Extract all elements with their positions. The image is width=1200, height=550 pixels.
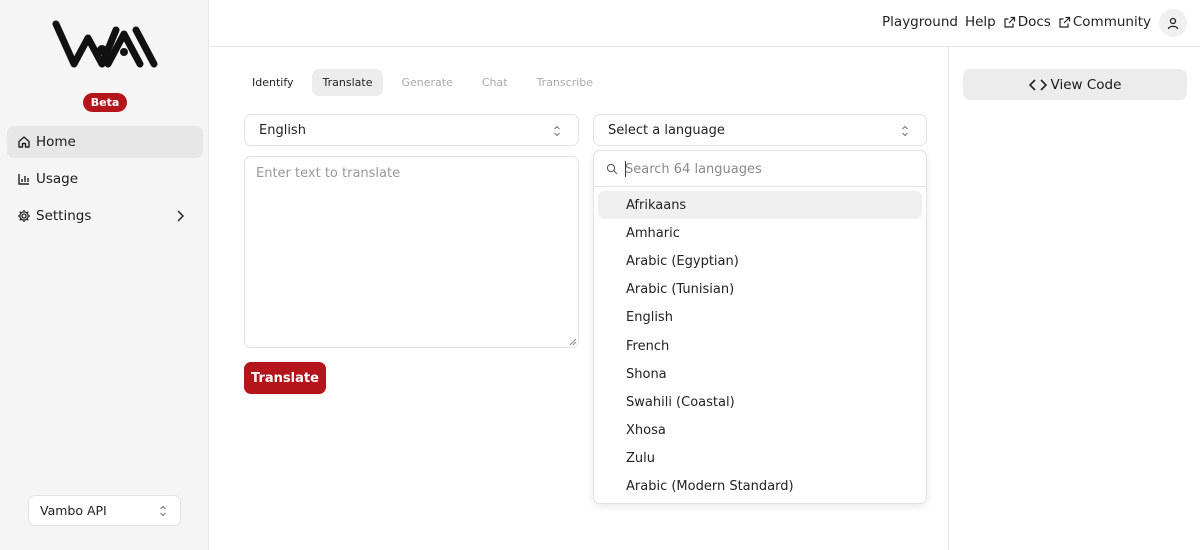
language-option[interactable]: French <box>598 332 922 360</box>
chevron-up-down-icon <box>554 125 560 137</box>
vambo-logo[interactable] <box>52 20 158 72</box>
translate-text-input[interactable] <box>244 156 579 348</box>
language-option[interactable]: Arabic (Egyptian) <box>598 247 922 275</box>
docs-link[interactable]: Docs <box>1003 14 1051 30</box>
target-language-placeholder: Select a language <box>608 122 725 138</box>
language-search <box>594 151 926 187</box>
source-language-value: English <box>259 122 306 138</box>
header-links: Playground Help Docs Community <box>875 14 1151 30</box>
language-search-input[interactable] <box>625 159 915 179</box>
language-option[interactable]: Afrikaans <box>598 191 922 220</box>
user-icon <box>1167 17 1179 29</box>
profile-button[interactable] <box>1159 9 1187 37</box>
target-language-select[interactable]: Select a language <box>593 114 927 146</box>
tab-identify[interactable]: Identify <box>241 69 305 96</box>
sidebar-item-label: Home <box>36 134 76 150</box>
community-link[interactable]: Community <box>1058 14 1151 30</box>
view-code-button[interactable]: View Code <box>963 69 1187 100</box>
sidebar-item-label: Usage <box>36 171 79 187</box>
sidebar-item-home[interactable]: Home <box>7 126 203 158</box>
translate-button[interactable]: Translate <box>244 362 326 394</box>
view-code-label: View Code <box>1050 76 1122 93</box>
resize-grip-icon[interactable] <box>568 337 577 346</box>
language-option[interactable]: English <box>598 304 922 332</box>
language-option[interactable]: Shona <box>598 360 922 388</box>
sidebar-item-usage[interactable]: Usage <box>7 163 203 195</box>
tab-translate[interactable]: Translate <box>311 69 384 96</box>
language-options: Afrikaans Amharic Arabic (Egyptian) Arab… <box>598 191 922 501</box>
docs-label: Docs <box>1017 14 1051 30</box>
api-selector[interactable]: Vambo API <box>28 495 181 526</box>
search-icon <box>606 163 618 175</box>
source-language-select[interactable]: English <box>244 114 579 146</box>
code-icon <box>1028 78 1047 91</box>
playground-link[interactable]: Playground <box>882 14 958 30</box>
chevron-right-icon <box>177 210 184 222</box>
language-option[interactable]: Arabic (Modern Standard) <box>598 473 922 501</box>
tab-transcribe[interactable]: Transcribe <box>526 69 604 96</box>
sidebar-nav: Home Usage Settings <box>7 126 203 237</box>
language-dropdown: Afrikaans Amharic Arabic (Egyptian) Arab… <box>593 150 927 504</box>
external-link-icon <box>1059 16 1070 28</box>
language-option[interactable]: Amharic <box>598 219 922 247</box>
language-option[interactable]: Zulu <box>598 445 922 473</box>
api-selector-value: Vambo API <box>40 503 107 518</box>
right-panel-divider <box>948 47 949 550</box>
beta-badge: Beta <box>83 93 127 112</box>
external-link-icon <box>1004 16 1015 28</box>
sidebar: Beta Home Usage Settings Vambo API <box>0 0 209 550</box>
community-label: Community <box>1072 14 1151 30</box>
top-bar: Playground Help Docs Community <box>210 0 1200 47</box>
chevron-up-down-icon <box>902 125 908 137</box>
language-option[interactable]: Swahili (Coastal) <box>598 388 922 416</box>
gear-icon <box>17 209 31 223</box>
sidebar-item-settings[interactable]: Settings <box>7 200 203 232</box>
home-icon <box>18 136 30 148</box>
bar-chart-icon <box>18 174 29 185</box>
mode-tabs: Identify Translate Generate Chat Transcr… <box>241 69 611 96</box>
language-option[interactable]: Xhosa <box>598 417 922 445</box>
text-caret <box>625 161 626 177</box>
sidebar-item-label: Settings <box>36 208 92 224</box>
language-option[interactable]: Arabic (Tunisian) <box>598 276 922 304</box>
chevron-up-down-icon <box>160 505 166 517</box>
tab-chat[interactable]: Chat <box>471 69 519 96</box>
help-link[interactable]: Help <box>965 14 996 30</box>
tab-generate[interactable]: Generate <box>390 69 463 96</box>
